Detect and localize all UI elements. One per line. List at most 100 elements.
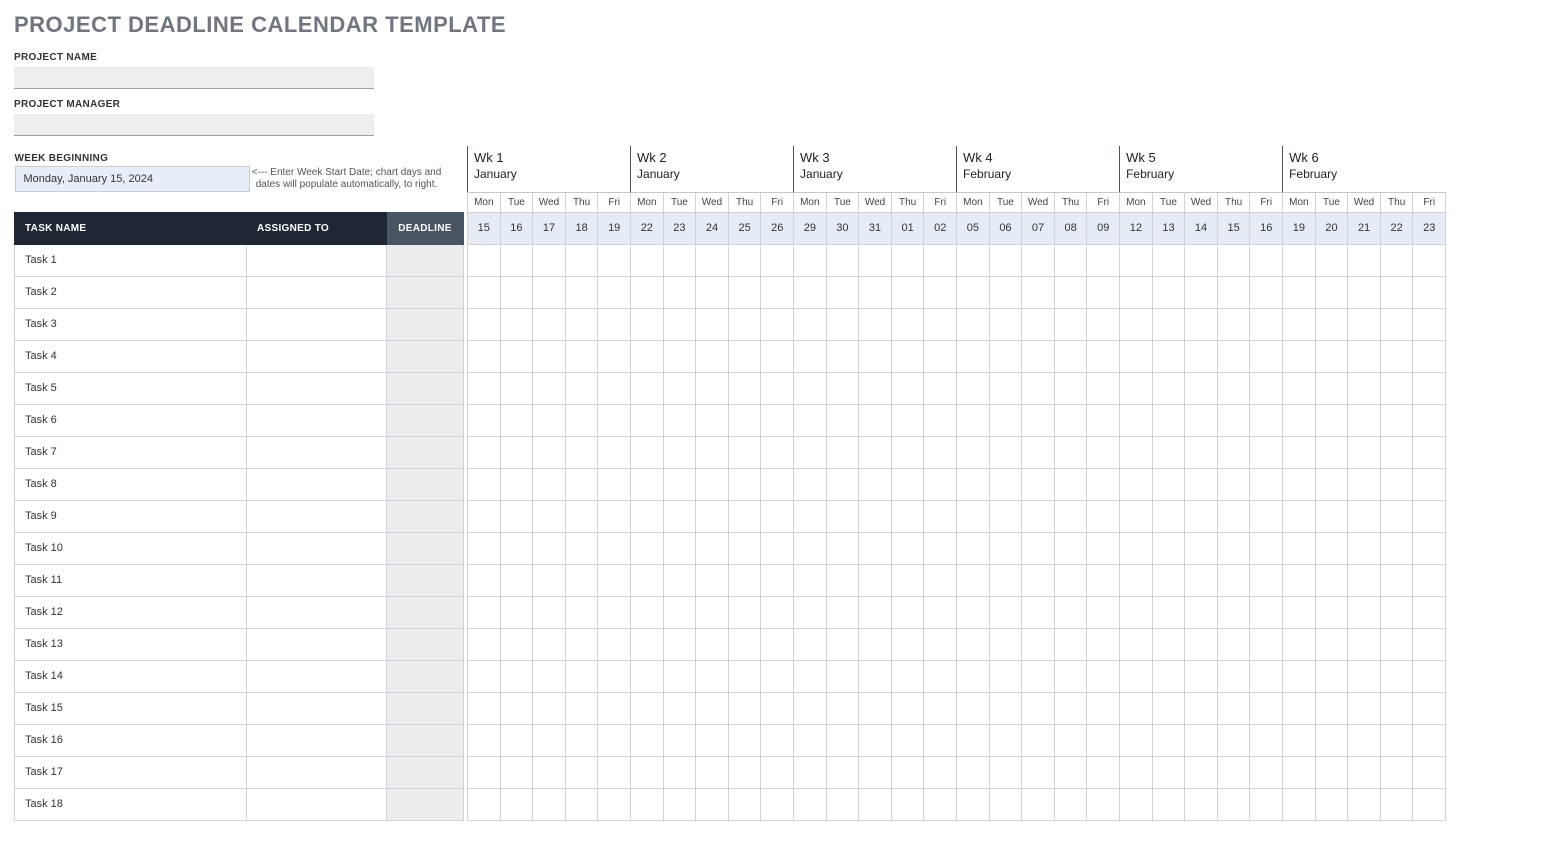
day-cell[interactable] (1283, 756, 1316, 788)
day-cell[interactable] (1283, 692, 1316, 724)
day-cell[interactable] (696, 532, 729, 564)
day-cell[interactable] (1283, 372, 1316, 404)
day-cell[interactable] (859, 756, 892, 788)
day-cell[interactable] (728, 628, 761, 660)
day-cell[interactable] (1380, 756, 1413, 788)
day-cell[interactable] (1315, 724, 1348, 756)
day-cell[interactable] (1120, 692, 1153, 724)
day-cell[interactable] (631, 596, 664, 628)
assigned-cell[interactable] (247, 244, 387, 276)
day-cell[interactable] (1380, 532, 1413, 564)
day-cell[interactable] (794, 532, 827, 564)
day-cell[interactable] (1283, 660, 1316, 692)
day-cell[interactable] (696, 724, 729, 756)
day-cell[interactable] (728, 532, 761, 564)
deadline-cell[interactable] (387, 500, 464, 532)
day-cell[interactable] (1185, 564, 1218, 596)
day-cell[interactable] (761, 596, 794, 628)
day-cell[interactable] (957, 564, 990, 596)
assigned-cell[interactable] (247, 788, 387, 820)
day-cell[interactable] (826, 724, 859, 756)
day-cell[interactable] (1283, 788, 1316, 820)
day-cell[interactable] (957, 308, 990, 340)
day-cell[interactable] (1250, 308, 1283, 340)
day-cell[interactable] (1315, 788, 1348, 820)
day-cell[interactable] (1217, 372, 1250, 404)
day-cell[interactable] (533, 532, 566, 564)
day-cell[interactable] (468, 468, 501, 500)
assigned-cell[interactable] (247, 276, 387, 308)
day-cell[interactable] (1054, 756, 1087, 788)
assigned-cell[interactable] (247, 756, 387, 788)
day-cell[interactable] (1120, 756, 1153, 788)
day-cell[interactable] (696, 308, 729, 340)
day-cell[interactable] (1250, 276, 1283, 308)
deadline-cell[interactable] (387, 308, 464, 340)
day-cell[interactable] (957, 372, 990, 404)
assigned-cell[interactable] (247, 660, 387, 692)
day-cell[interactable] (1120, 340, 1153, 372)
day-cell[interactable] (761, 244, 794, 276)
day-cell[interactable] (826, 372, 859, 404)
day-cell[interactable] (631, 372, 664, 404)
day-cell[interactable] (761, 788, 794, 820)
day-cell[interactable] (924, 788, 957, 820)
day-cell[interactable] (924, 372, 957, 404)
task-name-cell[interactable]: Task 13 (15, 628, 247, 660)
day-cell[interactable] (1152, 276, 1185, 308)
day-cell[interactable] (794, 340, 827, 372)
day-cell[interactable] (826, 436, 859, 468)
day-cell[interactable] (761, 756, 794, 788)
day-cell[interactable] (859, 500, 892, 532)
day-cell[interactable] (565, 628, 598, 660)
day-cell[interactable] (663, 500, 696, 532)
task-name-cell[interactable]: Task 9 (15, 500, 247, 532)
day-cell[interactable] (533, 308, 566, 340)
day-cell[interactable] (728, 756, 761, 788)
project-manager-input[interactable] (14, 114, 374, 136)
day-cell[interactable] (1217, 724, 1250, 756)
day-cell[interactable] (1217, 340, 1250, 372)
day-cell[interactable] (631, 500, 664, 532)
day-cell[interactable] (598, 788, 631, 820)
day-cell[interactable] (1250, 436, 1283, 468)
day-cell[interactable] (761, 276, 794, 308)
day-cell[interactable] (761, 404, 794, 436)
day-cell[interactable] (1283, 564, 1316, 596)
assigned-cell[interactable] (247, 340, 387, 372)
day-cell[interactable] (1022, 724, 1055, 756)
day-cell[interactable] (728, 436, 761, 468)
day-cell[interactable] (826, 596, 859, 628)
day-cell[interactable] (500, 404, 533, 436)
day-cell[interactable] (761, 724, 794, 756)
day-cell[interactable] (859, 628, 892, 660)
day-cell[interactable] (663, 340, 696, 372)
day-cell[interactable] (1022, 564, 1055, 596)
assigned-cell[interactable] (247, 404, 387, 436)
day-cell[interactable] (826, 788, 859, 820)
day-cell[interactable] (1120, 788, 1153, 820)
day-cell[interactable] (1348, 564, 1381, 596)
day-cell[interactable] (1185, 340, 1218, 372)
day-cell[interactable] (1250, 340, 1283, 372)
day-cell[interactable] (1152, 372, 1185, 404)
day-cell[interactable] (1217, 756, 1250, 788)
deadline-cell[interactable] (387, 404, 464, 436)
deadline-cell[interactable] (387, 372, 464, 404)
day-cell[interactable] (468, 436, 501, 468)
day-cell[interactable] (1217, 436, 1250, 468)
day-cell[interactable] (826, 276, 859, 308)
task-name-cell[interactable]: Task 14 (15, 660, 247, 692)
day-cell[interactable] (468, 660, 501, 692)
week-start-input[interactable] (15, 166, 250, 192)
day-cell[interactable] (1054, 724, 1087, 756)
day-cell[interactable] (891, 244, 924, 276)
day-cell[interactable] (533, 660, 566, 692)
day-cell[interactable] (1413, 276, 1446, 308)
day-cell[interactable] (761, 660, 794, 692)
day-cell[interactable] (826, 340, 859, 372)
day-cell[interactable] (1380, 404, 1413, 436)
day-cell[interactable] (891, 468, 924, 500)
day-cell[interactable] (1217, 532, 1250, 564)
day-cell[interactable] (1250, 468, 1283, 500)
